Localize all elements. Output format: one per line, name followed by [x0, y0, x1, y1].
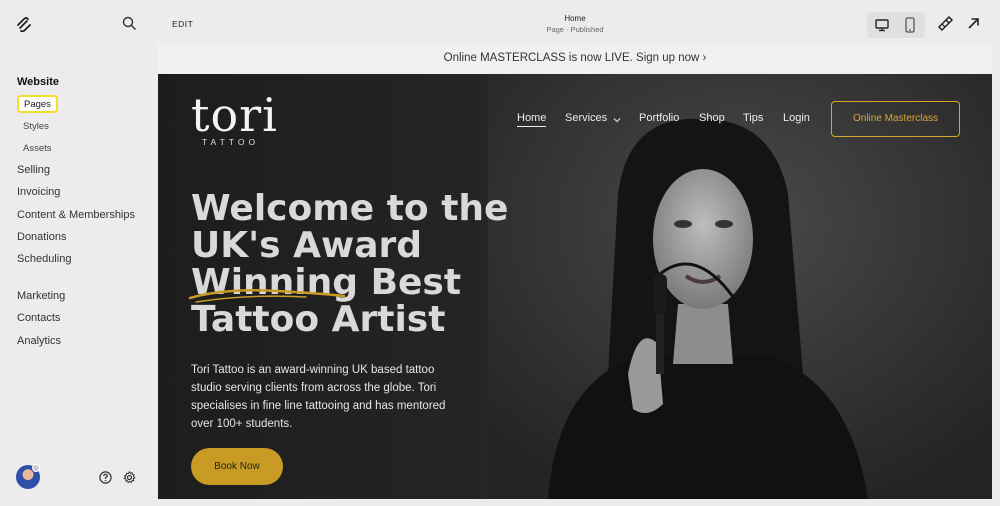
- help-icon[interactable]: [99, 471, 112, 484]
- nav-login[interactable]: Login: [783, 112, 810, 124]
- search-icon[interactable]: [122, 16, 137, 31]
- squarespace-logo-icon[interactable]: [16, 16, 32, 32]
- sidebar-item-donations[interactable]: Donations: [17, 231, 67, 243]
- headline-line: Tattoo Artist: [191, 299, 446, 340]
- sidebar-item-scheduling[interactable]: Scheduling: [17, 253, 71, 265]
- chevron-down-icon: [613, 118, 621, 123]
- sidebar-item-marketing[interactable]: Marketing: [17, 290, 65, 302]
- sidebar-item-website[interactable]: Website: [17, 76, 59, 88]
- sidebar-item-label: Pages: [24, 99, 51, 110]
- book-now-button[interactable]: Book Now: [191, 448, 283, 485]
- online-masterclass-button[interactable]: Online Masterclass: [831, 101, 960, 137]
- nav-home[interactable]: Home: [517, 112, 547, 127]
- sidebar-item-assets[interactable]: Assets: [23, 143, 52, 154]
- site-preview-hero: tori TATTOO Home Services Portfolio Shop…: [158, 74, 992, 499]
- desktop-view-icon[interactable]: [875, 18, 889, 32]
- site-styles-brush-icon[interactable]: [937, 16, 953, 32]
- nav-services[interactable]: Services: [565, 112, 607, 124]
- announcement-bar[interactable]: Online MASTERCLASS is now LIVE. Sign up …: [158, 42, 992, 74]
- sidebar-item-invoicing[interactable]: Invoicing: [17, 186, 60, 198]
- sidebar-item-contacts[interactable]: Contacts: [17, 312, 60, 324]
- sidebar-item-pages[interactable]: Pages: [17, 95, 58, 113]
- editor-topbar: EDIT Home Page · Published: [158, 8, 992, 42]
- site-logo-subtitle: TATTOO: [202, 137, 260, 147]
- site-logo[interactable]: tori: [191, 88, 278, 142]
- sidebar-item-selling[interactable]: Selling: [17, 164, 50, 176]
- hero-description: Tori Tattoo is an award-winning UK based…: [191, 364, 446, 430]
- sidebar-item-content-memberships[interactable]: Content & Memberships: [17, 209, 135, 221]
- sidebar-item-analytics[interactable]: Analytics: [17, 335, 61, 347]
- gear-icon[interactable]: [123, 471, 136, 484]
- sidebar-item-styles[interactable]: Styles: [23, 121, 49, 132]
- brush-underline: [188, 289, 346, 303]
- device-toggle: [867, 12, 925, 38]
- open-site-arrow-icon[interactable]: [967, 17, 980, 30]
- headline-line: UK's Award: [191, 225, 423, 266]
- notification-dot: [32, 464, 40, 472]
- sidebar: Website Pages Styles Assets Selling Invo…: [0, 0, 158, 506]
- nav-portfolio[interactable]: Portfolio: [639, 112, 679, 124]
- hero-headline: Welcome to the UK's Award Winning Best T…: [191, 190, 521, 338]
- headline-line: Welcome to the: [191, 188, 509, 229]
- nav-tips[interactable]: Tips: [743, 112, 763, 124]
- nav-shop[interactable]: Shop: [699, 112, 725, 124]
- mobile-view-icon[interactable]: [903, 17, 917, 33]
- artist-photo: [488, 74, 992, 499]
